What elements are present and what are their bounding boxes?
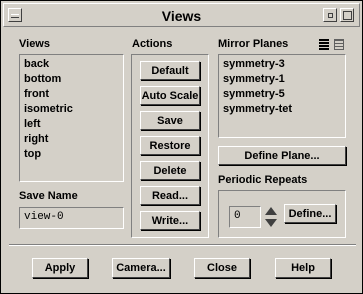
list-item[interactable]: bottom <box>24 72 119 87</box>
list-item[interactable]: front <box>24 87 119 102</box>
list-item[interactable]: symmetry-5 <box>223 87 341 102</box>
decrement-arrow-icon[interactable] <box>265 219 277 227</box>
save-name-label: Save Name <box>19 190 78 202</box>
views-label: Views <box>19 38 50 50</box>
auto-scale-button[interactable]: Auto Scale <box>140 86 200 105</box>
periodic-define-button[interactable]: Define... <box>284 204 336 223</box>
increment-arrow-icon[interactable] <box>265 207 277 215</box>
actions-label: Actions <box>132 38 173 50</box>
minimize-icon <box>328 13 333 18</box>
list-item[interactable]: symmetry-1 <box>223 72 341 87</box>
list-item[interactable]: symmetry-tet <box>223 102 341 117</box>
views-list[interactable]: back bottom front isometric left right t… <box>19 54 124 182</box>
title-bar[interactable]: Views <box>3 3 360 27</box>
list-item[interactable]: right <box>24 132 119 147</box>
apply-button[interactable]: Apply <box>32 258 88 278</box>
views-dialog: Views Views back bottom front isometric … <box>0 0 363 294</box>
list-view-icon[interactable] <box>319 39 329 50</box>
minimize-button[interactable] <box>323 8 337 22</box>
window-title: Views <box>161 8 202 24</box>
mirror-planes-list[interactable]: symmetry-3 symmetry-1 symmetry-5 symmetr… <box>218 54 346 138</box>
write-button[interactable]: Write... <box>140 211 200 230</box>
read-button[interactable]: Read... <box>140 186 200 205</box>
delete-button[interactable]: Delete <box>140 161 200 180</box>
list-item[interactable]: isometric <box>24 102 119 117</box>
detail-view-icon[interactable] <box>334 39 344 50</box>
close-button[interactable]: Close <box>194 258 250 278</box>
list-item[interactable]: symmetry-3 <box>223 57 341 72</box>
list-item[interactable]: top <box>24 147 119 162</box>
separator <box>9 244 356 246</box>
restore-button[interactable]: Restore <box>140 136 200 155</box>
mirror-planes-label: Mirror Planes <box>218 38 289 50</box>
define-plane-button[interactable]: Define Plane... <box>218 146 346 165</box>
maximize-button[interactable] <box>340 8 354 22</box>
list-item[interactable]: left <box>24 117 119 132</box>
help-button[interactable]: Help <box>275 258 331 278</box>
list-item[interactable]: back <box>24 57 119 72</box>
camera-button[interactable]: Camera... <box>112 258 170 278</box>
maximize-icon <box>343 11 352 20</box>
periodic-repeats-input[interactable]: 0 <box>229 206 261 228</box>
default-button[interactable]: Default <box>140 61 200 80</box>
save-button[interactable]: Save <box>140 111 200 130</box>
save-name-input[interactable]: view-0 <box>19 207 124 229</box>
periodic-repeats-label: Periodic Repeats <box>218 174 308 186</box>
